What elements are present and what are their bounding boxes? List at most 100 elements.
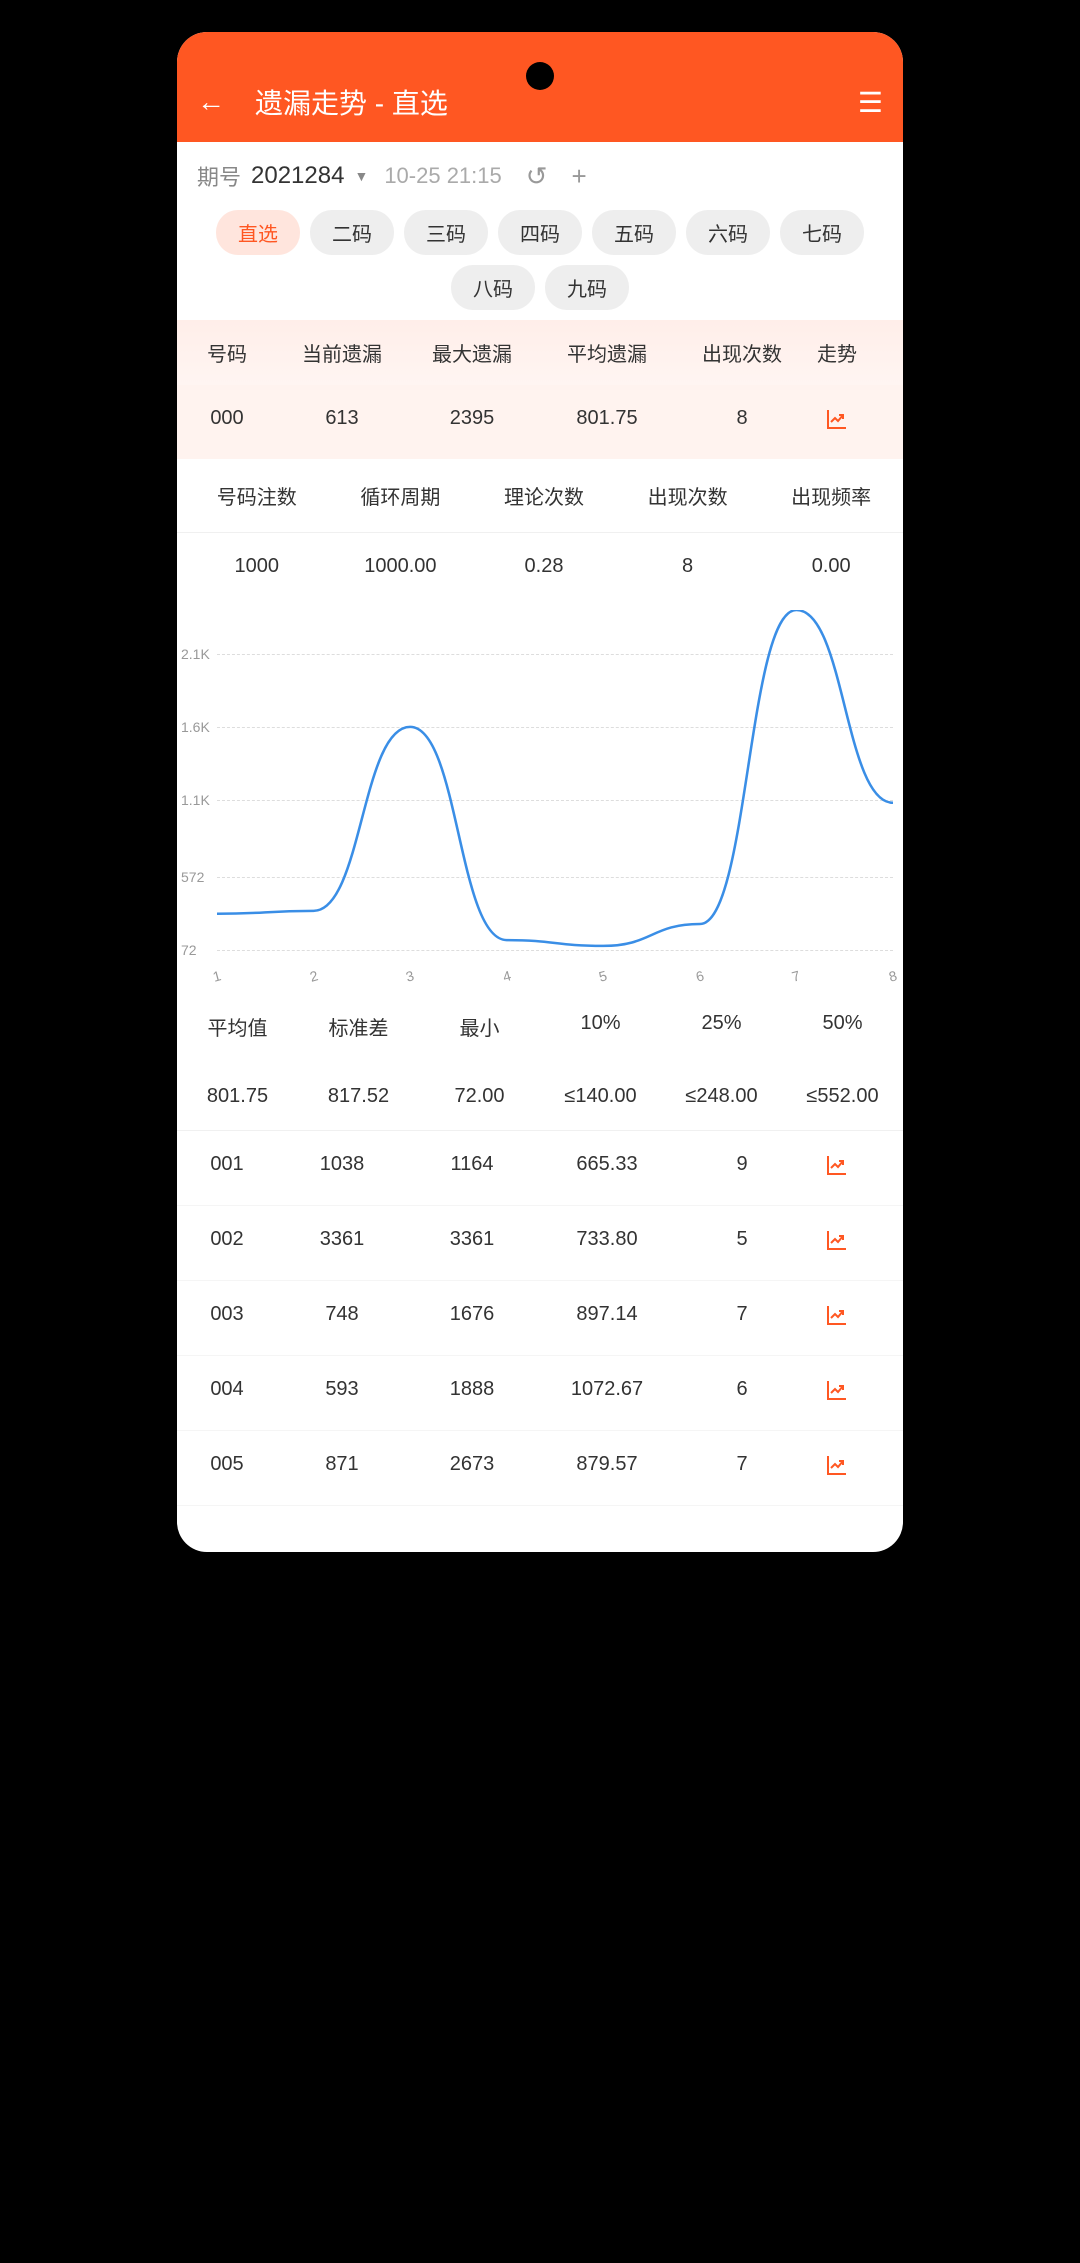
cell-current: 613 — [277, 407, 407, 437]
y-tick-label: 572 — [181, 869, 204, 885]
stats-v-3: 8 — [616, 555, 760, 578]
header-count: 出现次数 — [677, 338, 807, 367]
line-chart: 72 572 1.1K 1.6K 2.1K 1 2 3 4 5 6 7 8 — [177, 600, 903, 990]
cell-avg: 665.33 — [537, 1153, 677, 1183]
cell-max: 3361 — [407, 1228, 537, 1258]
cell-max: 1888 — [407, 1378, 537, 1408]
main-table-header: 号码 当前遗漏 最大遗漏 平均遗漏 出现次数 走势 — [177, 320, 903, 385]
trend-chart-icon[interactable] — [807, 1303, 867, 1333]
tab-8[interactable]: 九码 — [545, 265, 629, 310]
cell-avg: 733.80 — [537, 1228, 677, 1258]
trend-chart-icon[interactable] — [807, 1378, 867, 1408]
cell-code: 002 — [177, 1228, 277, 1258]
pct-h-3: 10% — [540, 1012, 661, 1041]
percentiles-row: 801.75 817.52 72.00 ≤140.00 ≤248.00 ≤552… — [177, 1063, 903, 1131]
stats-h-3: 出现次数 — [616, 481, 760, 510]
y-tick-label: 72 — [181, 942, 197, 958]
cell-count: 6 — [677, 1378, 807, 1408]
trend-chart-icon[interactable] — [807, 1153, 867, 1183]
cell-avg: 801.75 — [537, 407, 677, 437]
tab-7[interactable]: 八码 — [451, 265, 535, 310]
cell-max: 2673 — [407, 1453, 537, 1483]
cell-current: 1038 — [277, 1153, 407, 1183]
cell-current: 871 — [277, 1453, 407, 1483]
cell-current: 593 — [277, 1378, 407, 1408]
timestamp: 10-25 21:15 — [384, 163, 501, 189]
x-tick-label: 2 — [308, 967, 320, 984]
header-current: 当前遗漏 — [277, 338, 407, 367]
stats-v-0: 1000 — [185, 555, 329, 578]
dropdown-icon[interactable]: ▼ — [354, 168, 368, 184]
selected-row[interactable]: 000 613 2395 801.75 8 — [177, 385, 903, 459]
x-tick-label: 1 — [211, 967, 223, 984]
cell-count: 5 — [677, 1228, 807, 1258]
trend-chart-icon[interactable] — [807, 407, 867, 437]
stats-h-1: 循环周期 — [329, 481, 473, 510]
main-table: 号码 当前遗漏 最大遗漏 平均遗漏 出现次数 走势 000 613 2395 8… — [177, 320, 903, 459]
cell-current: 3361 — [277, 1228, 407, 1258]
x-tick-label: 4 — [501, 967, 513, 984]
period-label: 期号 — [197, 160, 241, 192]
pct-h-0: 平均值 — [177, 1012, 298, 1041]
trend-chart-icon[interactable] — [807, 1228, 867, 1258]
tab-6[interactable]: 七码 — [780, 210, 864, 255]
cell-avg: 879.57 — [537, 1453, 677, 1483]
table-row[interactable]: 00110381164665.339 — [177, 1131, 903, 1206]
x-tick-label: 7 — [790, 967, 802, 984]
x-tick-label: 6 — [694, 967, 706, 984]
period-value[interactable]: 2021284 — [251, 162, 344, 190]
cell-avg: 897.14 — [537, 1303, 677, 1333]
pct-h-1: 标准差 — [298, 1012, 419, 1041]
pct-v-4: ≤248.00 — [661, 1085, 782, 1108]
cell-code: 004 — [177, 1378, 277, 1408]
refresh-button[interactable]: ↺ — [526, 161, 548, 192]
pct-v-0: 801.75 — [177, 1085, 298, 1108]
controls-bar: 期号 2021284 ▼ 10-25 21:15 ↺ + — [177, 142, 903, 200]
cell-count: 8 — [677, 407, 807, 437]
x-tick-label: 8 — [887, 967, 899, 984]
tab-5[interactable]: 六码 — [686, 210, 770, 255]
header-code: 号码 — [177, 338, 277, 367]
tab-1[interactable]: 二码 — [310, 210, 394, 255]
table-row[interactable]: 00233613361733.805 — [177, 1206, 903, 1281]
header-max: 最大遗漏 — [407, 338, 537, 367]
trend-chart-icon[interactable] — [807, 1453, 867, 1483]
tab-2[interactable]: 三码 — [404, 210, 488, 255]
cell-max: 1164 — [407, 1153, 537, 1183]
table-row[interactable]: 00459318881072.676 — [177, 1356, 903, 1431]
cell-current: 748 — [277, 1303, 407, 1333]
cell-count: 7 — [677, 1453, 807, 1483]
data-rows-container: 00110381164665.33900233613361733.8050037… — [177, 1131, 903, 1506]
stats-h-2: 理论次数 — [472, 481, 616, 510]
stats-h-0: 号码注数 — [185, 481, 329, 510]
back-button[interactable]: ← — [197, 86, 225, 118]
y-tick-label: 1.6K — [181, 719, 210, 735]
cell-count: 7 — [677, 1303, 807, 1333]
tab-0[interactable]: 直选 — [216, 210, 300, 255]
cell-max: 1676 — [407, 1303, 537, 1333]
stats-v-1: 1000.00 — [329, 555, 473, 578]
pct-h-2: 最小 — [419, 1012, 540, 1041]
y-tick-label: 1.1K — [181, 792, 210, 808]
stats-header: 号码注数 循环周期 理论次数 出现次数 出现频率 — [177, 459, 903, 533]
header-avg: 平均遗漏 — [537, 338, 677, 367]
tab-bar: 直选二码三码四码五码六码七码八码九码 — [177, 200, 903, 320]
add-button[interactable]: + — [572, 161, 587, 192]
y-tick-label: 2.1K — [181, 646, 210, 662]
header-trend: 走势 — [807, 338, 867, 367]
pct-v-5: ≤552.00 — [782, 1085, 903, 1108]
table-row[interactable]: 0058712673879.577 — [177, 1431, 903, 1506]
pct-h-4: 25% — [661, 1012, 782, 1041]
table-row[interactable]: 0037481676897.147 — [177, 1281, 903, 1356]
x-tick-label: 5 — [597, 967, 609, 984]
menu-button[interactable]: ☰ — [858, 86, 883, 119]
pct-v-2: 72.00 — [419, 1085, 540, 1108]
pct-h-5: 50% — [782, 1012, 903, 1041]
grid-line — [217, 950, 893, 951]
stats-v-2: 0.28 — [472, 555, 616, 578]
x-tick-label: 3 — [404, 967, 416, 984]
pct-v-3: ≤140.00 — [540, 1085, 661, 1108]
tab-3[interactable]: 四码 — [498, 210, 582, 255]
cell-max: 2395 — [407, 407, 537, 437]
tab-4[interactable]: 五码 — [592, 210, 676, 255]
